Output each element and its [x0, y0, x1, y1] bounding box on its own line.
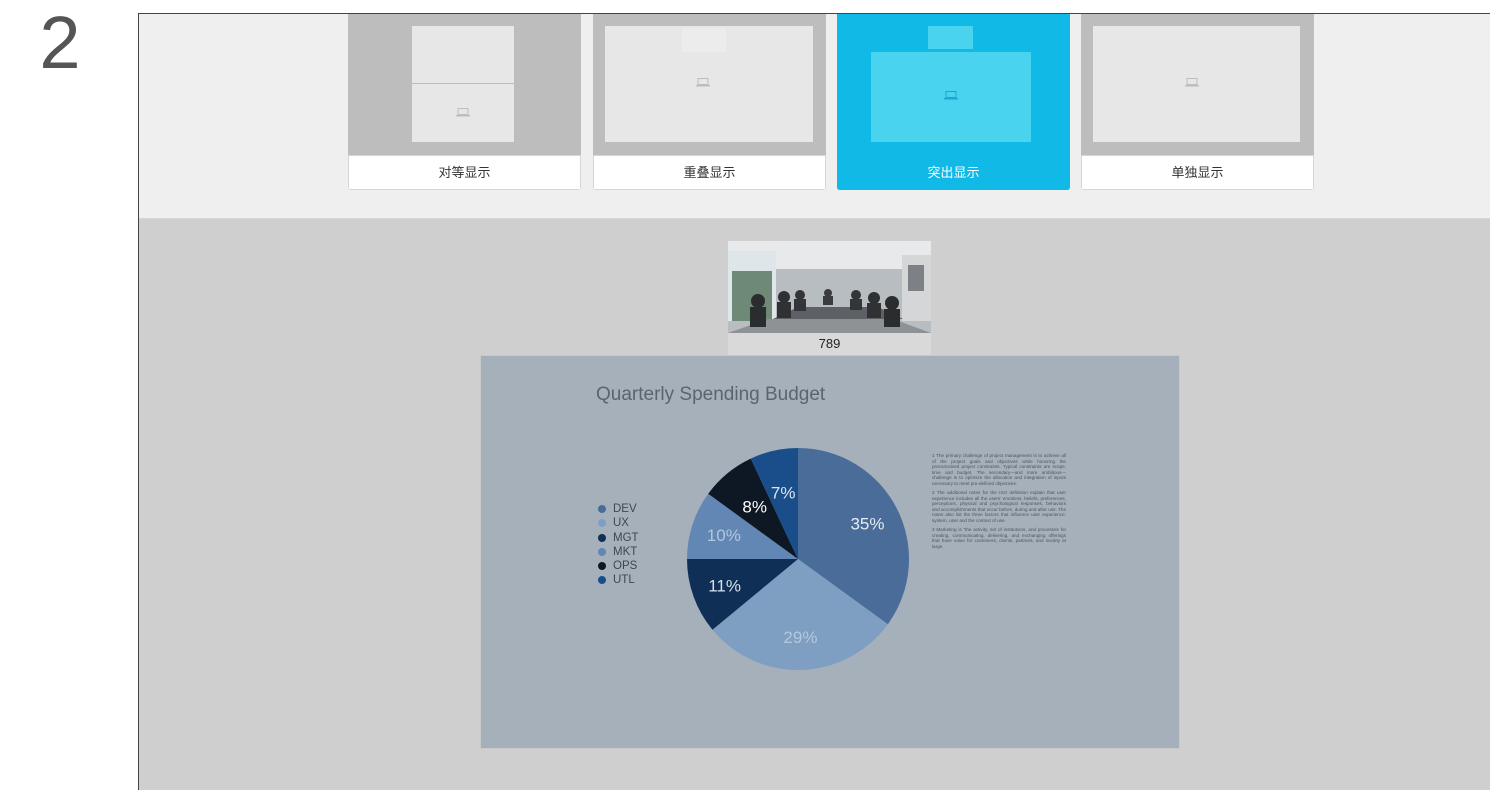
preview-pane-pip: [928, 26, 973, 49]
layout-option-overlay[interactable]: 重叠显示: [593, 14, 826, 190]
legend-dot: [598, 519, 606, 528]
layout-selector-bar: 对等显示 重叠显示 突出显示 单独显示: [139, 14, 1490, 219]
pie-label-mgt: 11%: [708, 576, 741, 595]
layout-option-prominent[interactable]: 突出显示: [837, 14, 1070, 190]
legend-dot: [598, 505, 606, 513]
layout-label: 对等显示: [348, 155, 581, 190]
legend-item: UX: [598, 516, 639, 530]
preview-pane-top: [412, 26, 514, 83]
layout-preview-equal: [348, 14, 581, 154]
legend-item: MGT: [598, 531, 639, 545]
legend-item: MKT: [598, 545, 639, 559]
layout-option-single[interactable]: 单独显示: [1081, 14, 1314, 190]
legend-dot: [598, 533, 606, 542]
laptop-icon: [1185, 78, 1199, 87]
layout-label: 单独显示: [1081, 155, 1314, 190]
legend-label: UX: [613, 517, 629, 530]
step-number: 2: [39, 1, 81, 84]
participant-video-tile[interactable]: 789: [728, 241, 931, 355]
slide-note: 2 The additional notes for the ISO defin…: [932, 490, 1066, 524]
pie-label-ux: 29%: [783, 628, 817, 647]
slide-note: 3 Marketing is "the activity, set of ins…: [932, 527, 1066, 549]
slide-note: 1 The primary challenge of project manag…: [932, 453, 1066, 486]
pie-label-utl: 7%: [771, 484, 796, 503]
video-screen: 对等显示 重叠显示 突出显示 单独显示 789 Quarterly Spendi…: [138, 13, 1490, 790]
legend-item: DEV: [598, 502, 639, 516]
legend-label: OPS: [613, 560, 638, 573]
participant-label: 789: [818, 336, 841, 351]
legend-dot: [598, 576, 606, 585]
pie-label-mkt: 10%: [707, 526, 741, 545]
layout-preview-overlay: [593, 14, 826, 154]
preview-pane-pip: [682, 28, 726, 52]
pie-chart: 35% 29% 11% 10%8%7%: [687, 448, 909, 670]
meeting-room-video: [728, 241, 931, 333]
layout-label: 突出显示: [837, 155, 1070, 190]
layout-preview-single: [1081, 14, 1314, 154]
slide-title: Quarterly Spending Budget: [596, 384, 826, 405]
legend-label: DEV: [613, 503, 637, 515]
legend-label: UTL: [613, 574, 635, 587]
legend-label: MKT: [613, 545, 638, 558]
shared-presentation: Quarterly Spending Budget DEV UX MGT MKT…: [480, 355, 1180, 749]
pie-label-ops: 8%: [742, 498, 767, 517]
laptop-icon: [456, 108, 470, 117]
layout-option-equal[interactable]: 对等显示: [348, 14, 581, 190]
legend-item: OPS: [598, 559, 639, 573]
legend-dot: [598, 562, 606, 571]
pie-label-dev: 35%: [850, 515, 884, 534]
laptop-icon: [696, 78, 710, 87]
legend-dot: [598, 547, 606, 556]
slide-notes: 1 The primary challenge of project manag…: [932, 453, 1066, 553]
layout-label: 重叠显示: [593, 155, 826, 190]
chart-legend: DEV UX MGT MKT OPS UTL: [598, 502, 639, 588]
layout-preview-prominent: [837, 14, 1070, 154]
legend-label: MGT: [613, 531, 639, 544]
laptop-icon: [944, 91, 958, 100]
legend-item: UTL: [598, 573, 639, 587]
